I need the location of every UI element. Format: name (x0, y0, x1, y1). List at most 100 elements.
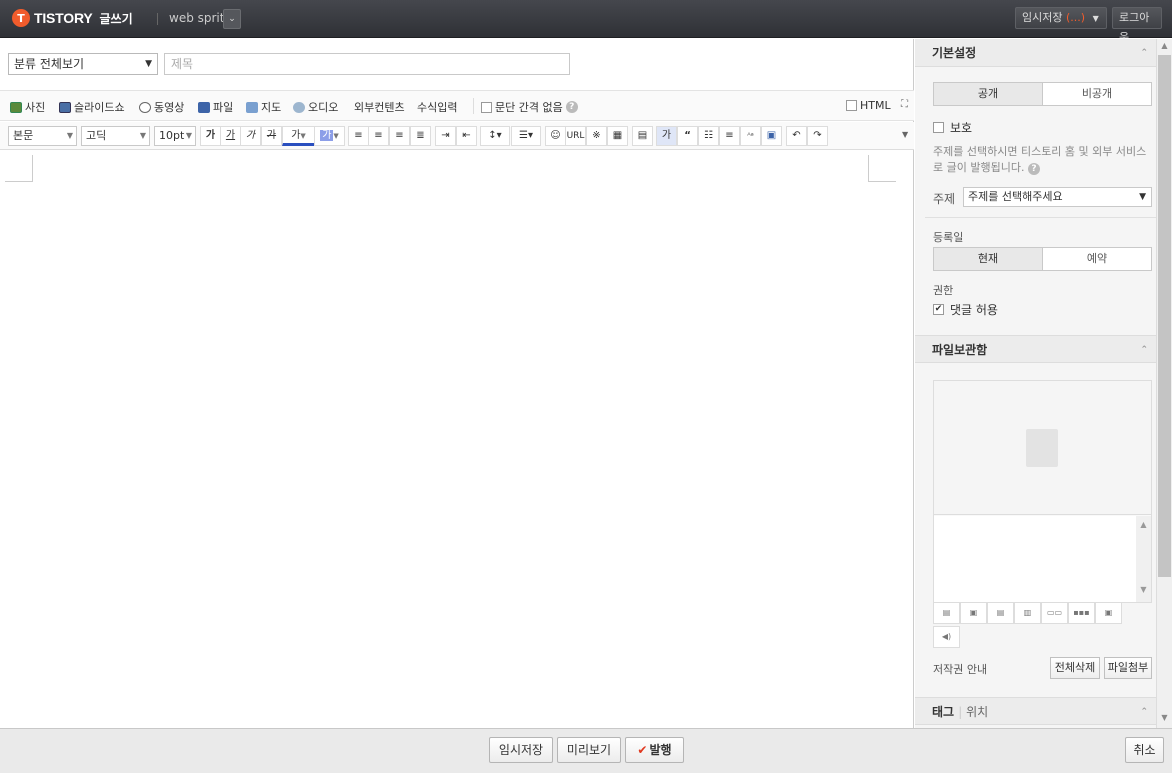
text-style-icon[interactable]: ᴬᵃ (740, 126, 761, 146)
file-list[interactable] (934, 516, 1136, 602)
collapse-icon[interactable]: ⌃ (1140, 336, 1148, 364)
top-bar: T TISTORY 글쓰기 web sprit ⌄ 임시저장 (...) ▼ 로… (0, 0, 1172, 44)
three-column-icon[interactable]: ▪▪▪ (1068, 602, 1095, 624)
help-icon[interactable]: ? (1027, 163, 1040, 175)
page-margin-corner (5, 155, 33, 182)
save-disk-icon[interactable]: ▣ (761, 126, 782, 146)
bold-button[interactable]: 가 (200, 126, 221, 146)
title-input[interactable] (164, 53, 570, 75)
file-list-scrollbar[interactable]: ▲ ▼ (1136, 516, 1151, 602)
more-line-icon[interactable]: ≡ (719, 126, 740, 146)
font-family-select[interactable]: 고딕 ▼ (81, 126, 150, 146)
text-box-icon[interactable]: 가 (656, 126, 677, 146)
allow-comments-option[interactable]: ✔ 댓글 허용 (933, 301, 998, 318)
align-left-icon[interactable]: ▤ (933, 602, 960, 624)
paragraph-style-select[interactable]: 본문 ▼ (8, 126, 77, 146)
insert-file-button[interactable]: 파일 (198, 99, 233, 115)
no-paragraph-gap-checkbox[interactable] (481, 101, 492, 113)
align-justify-icon[interactable]: ≣ (410, 126, 431, 146)
scroll-down-icon[interactable]: ▼ (1157, 713, 1172, 722)
protect-checkbox[interactable] (933, 122, 944, 133)
category-select[interactable]: 분류 전체보기 ▼ (8, 53, 158, 75)
scroll-down-icon[interactable]: ▼ (1136, 585, 1151, 594)
insert-slideshow-button[interactable]: 슬라이드쇼 (59, 99, 125, 115)
tab-location[interactable]: 위치 (966, 705, 988, 719)
emoticon-icon[interactable]: ☺ (545, 126, 566, 146)
link-url-button[interactable]: URL (565, 126, 586, 146)
speaker-icon[interactable]: ◀) (933, 626, 960, 648)
two-column-icon[interactable]: ▭▭ (1041, 602, 1068, 624)
private-option[interactable]: 비공개 (1043, 83, 1151, 105)
attach-file-button[interactable]: 파일첨부 (1104, 657, 1152, 679)
divider (925, 217, 1156, 218)
scrollbar-thumb[interactable] (1158, 55, 1171, 577)
box-icon[interactable]: ▤ (632, 126, 653, 146)
undo-icon[interactable]: ↶ (786, 126, 807, 146)
topic-select[interactable]: 주제를 선택해주세요 ▼ (963, 187, 1152, 207)
blog-dropdown-button[interactable]: ⌄ (223, 9, 241, 29)
align-right-icon[interactable]: ≡ (389, 126, 410, 146)
align-full-icon[interactable]: ▥ (1014, 602, 1041, 624)
delete-all-button[interactable]: 전체삭제 (1050, 657, 1100, 679)
horizontal-line-icon[interactable]: ☷ (698, 126, 719, 146)
sidebar-scrollbar[interactable]: ▲ ▼ (1156, 39, 1172, 728)
publish-button[interactable]: ✔ 발행 (625, 737, 684, 763)
font-size-select[interactable]: 10pt ▼ (154, 126, 196, 146)
list-icon[interactable]: ☰▾ (511, 126, 541, 146)
align-center-icon[interactable]: ▣ (960, 602, 987, 624)
table-icon[interactable]: ▦ (607, 126, 628, 146)
font-color-button[interactable]: 가▼ (282, 126, 315, 146)
align-center-icon[interactable]: ≡ (368, 126, 389, 146)
outdent-icon[interactable]: ⇤ (456, 126, 477, 146)
insert-video-button[interactable]: 동영상 (139, 99, 184, 115)
tab-tag[interactable]: 태그 (932, 705, 954, 719)
insert-formula-button[interactable]: 수식입력 (417, 99, 457, 115)
scroll-up-icon[interactable]: ▲ (1136, 520, 1151, 529)
insert-external-content-button[interactable]: 외부컨텐츠 (354, 99, 405, 115)
temp-save-button[interactable]: 임시저장 (489, 737, 553, 763)
tistory-logo[interactable]: T TISTORY 글쓰기 (12, 9, 133, 27)
basic-settings-header[interactable]: 기본설정 ⌃ (915, 39, 1156, 67)
collapse-icon[interactable]: ⌃ (1140, 698, 1148, 726)
date-reserve-option[interactable]: 예약 (1043, 248, 1151, 270)
html-mode-checkbox[interactable] (846, 100, 857, 111)
insert-map-button[interactable]: 지도 (246, 99, 281, 115)
temp-save-label: 임시저장 (1022, 11, 1063, 24)
align-right-icon[interactable]: ▤ (987, 602, 1014, 624)
quote-icon[interactable]: “ (677, 126, 698, 146)
allow-comments-checkbox[interactable]: ✔ (933, 304, 944, 315)
file-box-header[interactable]: 파일보관함 ⌃ (915, 335, 1156, 363)
redo-icon[interactable]: ↷ (807, 126, 828, 146)
caret-down-icon: ▼ (1139, 192, 1146, 202)
collapse-icon[interactable]: ⌃ (1140, 39, 1148, 67)
bg-color-button[interactable]: 가 ▼ (314, 126, 345, 146)
public-option[interactable]: 공개 (934, 83, 1043, 105)
no-paragraph-gap-toggle[interactable]: 문단 간격 없음 ? (481, 99, 578, 115)
insert-audio-button[interactable]: 오디오 (293, 99, 338, 115)
indent-icon[interactable]: ⇥ (435, 126, 456, 146)
more-tools-icon[interactable]: ▼ (902, 130, 908, 139)
preview-button[interactable]: 미리보기 (557, 737, 621, 763)
italic-button[interactable]: 가 (240, 126, 261, 146)
special-char-button[interactable]: ※ (586, 126, 607, 146)
logout-button[interactable]: 로그아웃 (1112, 7, 1162, 44)
content-editable-area[interactable] (35, 155, 865, 715)
cancel-button[interactable]: 취소 (1125, 737, 1164, 763)
underline-button[interactable]: 가 (220, 126, 241, 146)
font-family-value: 고딕 (86, 129, 107, 142)
align-left-icon[interactable]: ≡ (348, 126, 369, 146)
help-icon[interactable]: ? (565, 101, 578, 113)
html-mode-toggle[interactable]: HTML (846, 99, 891, 112)
scroll-up-icon[interactable]: ▲ (1157, 41, 1172, 50)
slideshow-icon[interactable]: ▣ (1095, 602, 1122, 624)
strikethrough-button[interactable]: 가 (261, 126, 282, 146)
temp-save-list-button[interactable]: 임시저장 (...) ▼ (1015, 7, 1107, 29)
insert-photo-button[interactable]: 사진 (10, 99, 45, 115)
protect-option[interactable]: 보호 (933, 119, 972, 136)
expand-icon[interactable]: ⛶ (901, 99, 908, 110)
date-now-option[interactable]: 현재 (934, 248, 1043, 270)
document-icon (1026, 429, 1058, 467)
line-height-icon[interactable]: ↕▾ (480, 126, 510, 146)
publish-label: 발행 (649, 743, 672, 757)
copyright-link[interactable]: 저작권 안내 (933, 661, 987, 677)
